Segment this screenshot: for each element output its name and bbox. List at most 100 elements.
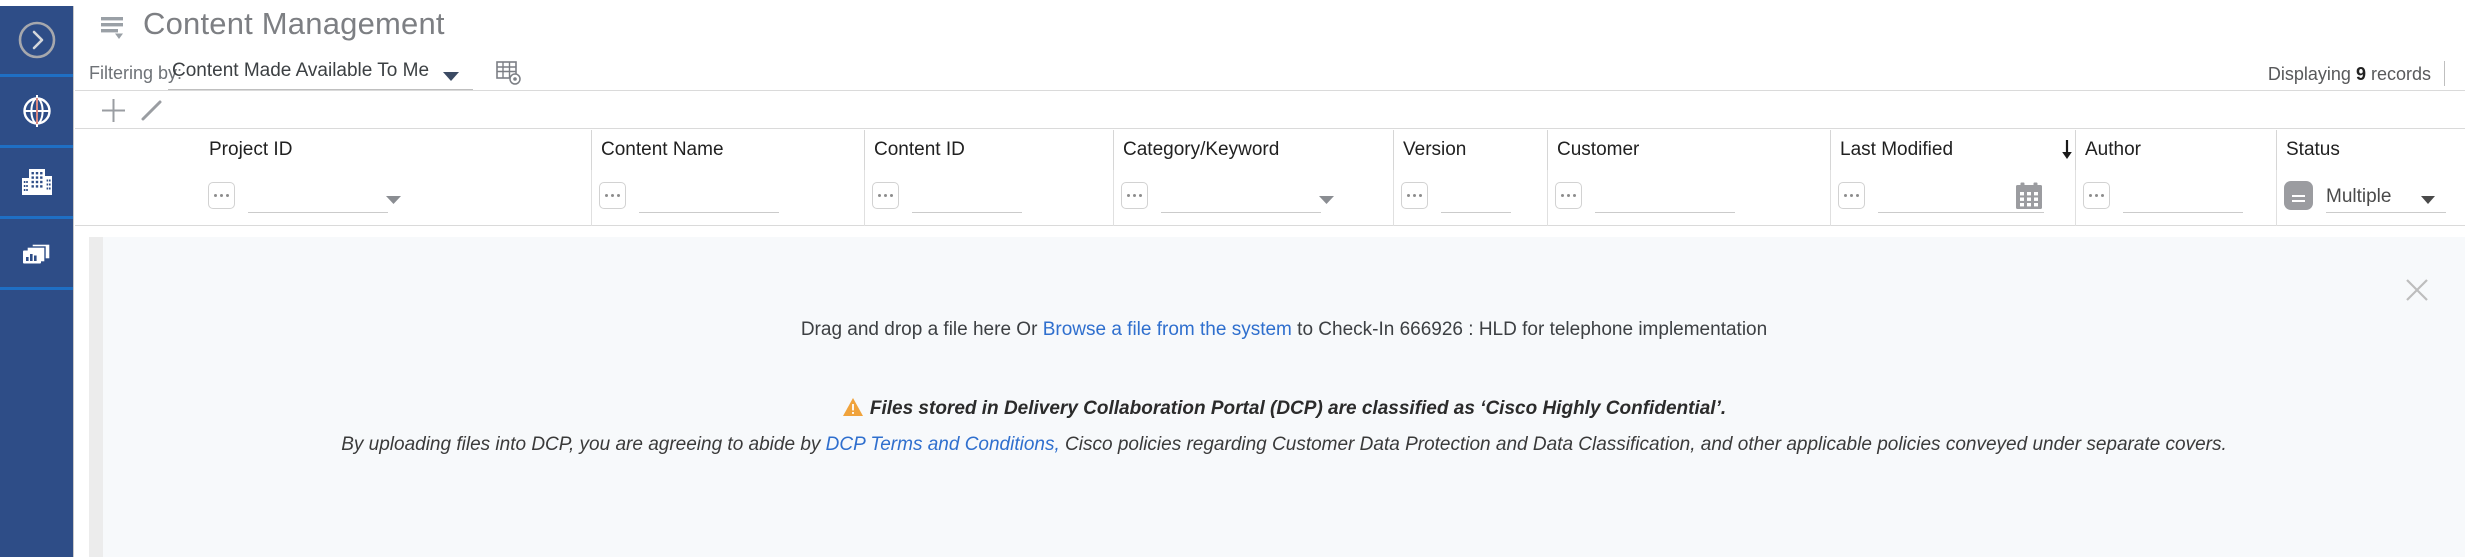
filter-column-separator bbox=[1547, 170, 1548, 226]
column-header-customer[interactable]: Customer bbox=[1547, 130, 1727, 170]
ellipsis-icon[interactable] bbox=[208, 182, 235, 209]
sidebar-item-expand-panel[interactable] bbox=[0, 6, 73, 77]
add-button[interactable] bbox=[100, 97, 127, 129]
filter-column-separator bbox=[864, 170, 865, 226]
filter-cell-content-id bbox=[864, 170, 1134, 226]
ellipsis-icon[interactable] bbox=[1401, 182, 1428, 209]
column-header-label: Customer bbox=[1557, 139, 1640, 160]
action-toolbar bbox=[75, 92, 2465, 129]
ellipsis-icon[interactable] bbox=[2083, 182, 2110, 209]
warning-text: Files stored in Delivery Collaboration P… bbox=[869, 398, 1727, 419]
column-header-author[interactable]: Author bbox=[2062, 130, 2235, 170]
filter-column-separator bbox=[1113, 170, 1114, 226]
sidebar-item-global-search[interactable] bbox=[0, 77, 73, 148]
filter-column-separator bbox=[591, 170, 592, 226]
building-icon bbox=[18, 163, 56, 201]
column-header-label: Author bbox=[2085, 139, 2141, 160]
arrow-down-icon bbox=[2060, 138, 2074, 168]
column-header-version[interactable]: Version bbox=[1393, 130, 1503, 170]
filterbar-rule bbox=[75, 90, 2465, 91]
status-filter-value: Multiple bbox=[2326, 186, 2392, 207]
filter-input-underline[interactable] bbox=[1161, 212, 1321, 213]
filter-cell-category-keyword bbox=[1113, 170, 1433, 226]
chevron-down-icon[interactable] bbox=[386, 192, 401, 210]
column-header-status[interactable]: Status bbox=[2276, 130, 2465, 170]
content-management-page: Content Management Filtering by: Content… bbox=[0, 0, 2465, 557]
filter-input-underline[interactable] bbox=[912, 212, 1022, 213]
chevron-down-icon[interactable] bbox=[2421, 192, 2435, 210]
close-icon[interactable] bbox=[2404, 277, 2430, 308]
filter-input-underline[interactable] bbox=[1595, 212, 1735, 213]
dcp-terms-link[interactable]: DCP Terms and Conditions, bbox=[826, 434, 1060, 455]
column-header-label: Project ID bbox=[209, 139, 293, 160]
plus-icon bbox=[102, 99, 125, 122]
column-header-content-id[interactable]: Content ID bbox=[864, 130, 1014, 170]
filter-column-separator bbox=[2075, 170, 2076, 226]
file-dropzone[interactable]: Drag and drop a file here Or Browse a fi… bbox=[89, 237, 2465, 557]
filter-input-underline[interactable] bbox=[248, 212, 388, 213]
ellipsis-icon[interactable] bbox=[1555, 182, 1582, 209]
filter-column-separator bbox=[2276, 170, 2277, 226]
page-header: Content Management bbox=[75, 0, 2465, 53]
edit-button[interactable] bbox=[138, 97, 165, 129]
filter-selected-value: Content Made Available To Me bbox=[172, 60, 430, 81]
filter-cell-status: Multiple bbox=[2276, 170, 2465, 226]
records-count: 9 bbox=[2355, 64, 2366, 84]
confidentiality-warning: Files stored in Delivery Collaboration P… bbox=[103, 397, 2465, 423]
status-operator-icon[interactable] bbox=[2284, 181, 2313, 210]
chevron-down-icon bbox=[443, 69, 459, 87]
main-content: Content Management Filtering by: Content… bbox=[75, 0, 2465, 557]
column-header-content-name[interactable]: Content Name bbox=[591, 130, 771, 170]
ellipsis-icon[interactable] bbox=[1838, 182, 1865, 209]
column-header-label: Content ID bbox=[874, 139, 965, 160]
column-header-label: Last Modified bbox=[1840, 139, 1954, 160]
sidebar-item-reports[interactable] bbox=[0, 219, 73, 290]
pencil-icon bbox=[141, 100, 162, 121]
column-header-label: Version bbox=[1403, 139, 1467, 160]
content-table-filter-row: Multiple bbox=[75, 170, 2465, 226]
dropzone-text-before: Drag and drop a file here Or bbox=[800, 319, 1043, 340]
ellipsis-icon[interactable] bbox=[1121, 182, 1148, 209]
date-filter-underline bbox=[2014, 212, 2044, 213]
warning-triangle-icon bbox=[842, 397, 864, 423]
status-filter-underline bbox=[2326, 212, 2446, 213]
ellipsis-icon[interactable] bbox=[599, 182, 626, 209]
chevron-right-circle-icon bbox=[17, 20, 57, 60]
terms-notice: By uploading files into DCP, you are agr… bbox=[103, 434, 2465, 456]
filter-input-underline[interactable] bbox=[2123, 212, 2243, 213]
table-settings-icon[interactable] bbox=[496, 60, 522, 91]
filter-bar: Filtering by: Content Made Available To … bbox=[75, 53, 2465, 91]
dropzone-text-after: to Check-In 666926 : HLD for telephone i… bbox=[1291, 319, 1768, 340]
filter-column-separator bbox=[1830, 170, 1831, 226]
records-prefix: Displaying bbox=[2267, 64, 2356, 84]
page-title: Content Management bbox=[143, 6, 445, 41]
left-sidebar bbox=[0, 6, 74, 557]
filter-cell-project-id bbox=[200, 170, 500, 226]
filter-list-icon[interactable] bbox=[100, 15, 128, 46]
filter-cell-content-name bbox=[591, 170, 891, 226]
filter-input-underline[interactable] bbox=[1878, 212, 2018, 213]
globe-target-icon bbox=[18, 92, 56, 130]
column-header-label: Status bbox=[2286, 139, 2340, 160]
records-suffix: records bbox=[2365, 64, 2431, 84]
terms-text-after: Cisco policies regarding Customer Data P… bbox=[1059, 434, 2227, 455]
calendar-icon[interactable] bbox=[2014, 181, 2044, 216]
filter-select[interactable]: Content Made Available To Me bbox=[168, 57, 473, 90]
chevron-down-icon[interactable] bbox=[1319, 192, 1334, 210]
column-header-category-keyword[interactable]: Category/Keyword bbox=[1113, 130, 1313, 170]
chart-report-icon bbox=[18, 234, 56, 272]
sidebar-item-organization[interactable] bbox=[0, 148, 73, 219]
column-header-project-id[interactable]: Project ID bbox=[200, 130, 380, 170]
terms-text-before: By uploading files into DCP, you are agr… bbox=[341, 434, 826, 455]
filter-cell-customer bbox=[1547, 170, 1847, 226]
ellipsis-icon[interactable] bbox=[872, 182, 899, 209]
filter-input-underline[interactable] bbox=[1441, 212, 1511, 213]
filter-input-underline[interactable] bbox=[639, 212, 779, 213]
dropzone-instruction: Drag and drop a file here Or Browse a fi… bbox=[103, 319, 2465, 341]
column-header-last-modified[interactable]: Last Modified bbox=[1830, 130, 2010, 170]
records-count-label: Displaying 9 records bbox=[2268, 64, 2431, 85]
records-divider bbox=[2444, 61, 2445, 86]
column-header-label: Content Name bbox=[601, 139, 724, 160]
column-header-label: Category/Keyword bbox=[1123, 139, 1280, 160]
browse-file-link[interactable]: Browse a file from the system bbox=[1043, 319, 1292, 340]
